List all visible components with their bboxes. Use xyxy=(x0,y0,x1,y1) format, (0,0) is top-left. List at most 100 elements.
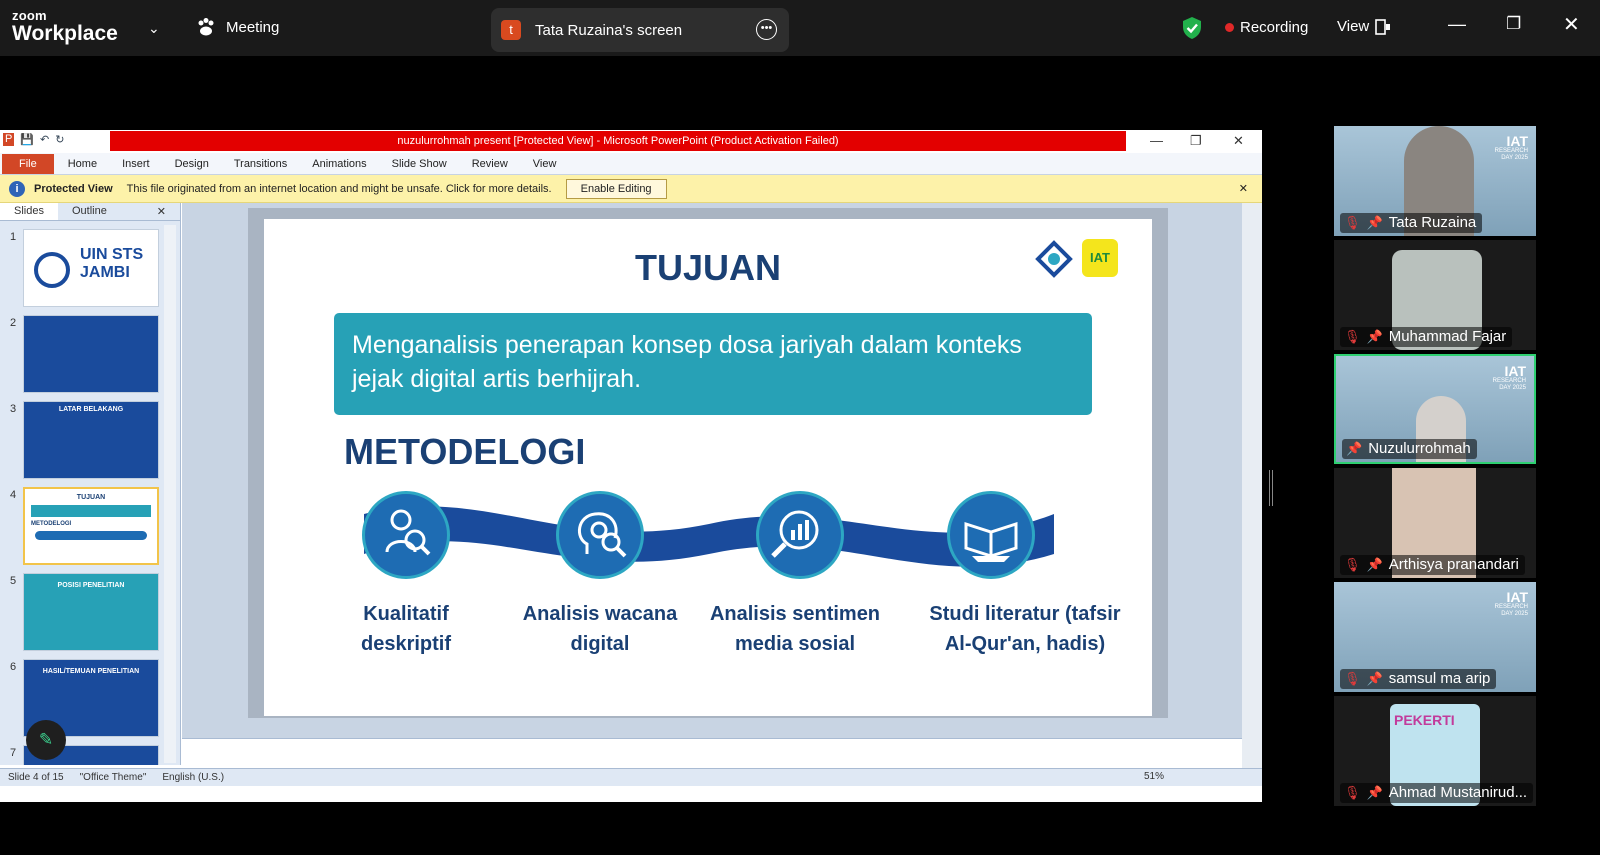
status-bar: Slide 4 of 15 "Office Theme" English (U.… xyxy=(0,768,1262,786)
iat-logo: IAT xyxy=(1082,239,1118,277)
badge-title: IAT xyxy=(1504,363,1526,379)
tab-view[interactable]: View xyxy=(533,158,557,170)
iat-badge: IAT RESEARCH DAY 2025 xyxy=(1495,134,1528,162)
mic-muted-icon: 🎙 xyxy=(1344,556,1361,572)
thumb4-sub: METODELOGI xyxy=(31,521,72,527)
close-icon[interactable]: ✕ xyxy=(1563,12,1580,37)
restore-icon[interactable]: ❐ xyxy=(1506,14,1521,34)
tab-slides[interactable]: Slides xyxy=(0,203,58,220)
panel-resize-handle[interactable] xyxy=(1269,470,1273,506)
ppt-minimize-icon[interactable]: — xyxy=(1150,133,1163,148)
slide-thumb-1[interactable]: 1 UIN STS JAMBI xyxy=(6,229,166,309)
recording-indicator[interactable]: Recording xyxy=(1225,19,1308,36)
undo-icon[interactable]: ↶ xyxy=(40,133,49,146)
badge-line1: RESEARCH xyxy=(1494,604,1528,610)
uin-logo-icon xyxy=(34,252,70,288)
more-options-icon[interactable]: ••• xyxy=(756,19,777,40)
protected-bar-close-icon[interactable]: ✕ xyxy=(1239,182,1248,195)
info-icon: i xyxy=(9,180,25,197)
slides-panel: Slides Outline ✕ 1 UIN STS JAMBI 2 3 LAT… xyxy=(0,203,181,765)
iat-logo-text: IAT xyxy=(1090,250,1110,265)
status-theme: "Office Theme" xyxy=(79,772,147,783)
recording-dot-icon xyxy=(1225,23,1234,32)
thumb-preview: LATAR BELAKANG xyxy=(23,401,159,479)
slide-thumb-2[interactable]: 2 xyxy=(6,315,166,395)
tab-outline[interactable]: Outline xyxy=(58,203,121,220)
method-label-1: Kualitatif deskriptif xyxy=(360,603,452,655)
participant-tile[interactable]: 🎙 📌 Arthisya pranandari xyxy=(1334,468,1536,578)
thumb3-title: LATAR BELAKANG xyxy=(58,406,124,413)
protected-view-label: Protected View xyxy=(34,182,113,195)
thumb5-title: POSISI PENELITIAN xyxy=(57,582,125,589)
zoom-brand-bottom: Workplace xyxy=(12,22,118,45)
minimize-icon[interactable]: — xyxy=(1448,14,1466,35)
ppt-restore-icon[interactable]: ❐ xyxy=(1190,133,1202,149)
person-magnifier-icon xyxy=(362,491,450,579)
participant-tile[interactable]: 🎙 📌 Muhammad Fajar xyxy=(1334,240,1536,350)
annotate-pen-icon[interactable]: ✎ xyxy=(26,720,66,760)
mic-muted-icon: 🎙 xyxy=(1344,328,1361,344)
participant-tile[interactable]: IAT RESEARCH DAY 2025 🎙 📌 Tata Ruzaina xyxy=(1334,126,1536,236)
badge-title: IAT xyxy=(1506,133,1528,149)
objective-box: Menganalisis penerapan konsep dosa jariy… xyxy=(334,313,1092,415)
paw-icon xyxy=(198,18,214,36)
tab-home[interactable]: Home xyxy=(68,158,97,170)
share-label: Tata Ruzaina's screen xyxy=(535,21,683,39)
thumb6-title: HASIL/TEMUAN PENELITIAN xyxy=(42,668,140,675)
slide-number: 7 xyxy=(10,747,17,759)
pin-icon: 📌 xyxy=(1366,556,1383,572)
protected-view-message[interactable]: This file originated from an internet lo… xyxy=(127,183,552,195)
slide-thumb-5[interactable]: 5 POSISI PENELITIAN xyxy=(6,573,166,653)
save-icon[interactable]: 💾 xyxy=(20,133,34,146)
meeting-button[interactable]: Meeting xyxy=(196,17,279,37)
recording-label: Recording xyxy=(1240,19,1309,36)
tab-transitions[interactable]: Transitions xyxy=(234,158,287,170)
participant-tile-active[interactable]: IAT RESEARCH DAY 2025 📌 Nuzulurrohmah xyxy=(1334,354,1536,464)
tab-insert[interactable]: Insert xyxy=(122,158,150,170)
chevron-down-icon[interactable]: ⌄ xyxy=(148,20,160,37)
iat-badge: IAT RESEARCH DAY 2025 xyxy=(1495,590,1528,618)
screen-share-indicator[interactable]: t Tata Ruzaina's screen ••• xyxy=(491,8,789,52)
slide-thumb-4[interactable]: 4 TUJUAN METODELOGI xyxy=(6,487,166,567)
view-button[interactable]: View xyxy=(1337,18,1391,35)
thumb-preview: POSISI PENELITIAN xyxy=(23,573,159,651)
thumb-preview: TUJUAN METODELOGI xyxy=(23,487,159,565)
tab-review[interactable]: Review xyxy=(472,158,508,170)
slide-thumb-3[interactable]: 3 LATAR BELAKANG xyxy=(6,401,166,481)
sharer-avatar: t xyxy=(501,20,521,40)
shared-screen: P 💾 ↶ ↻ nuzulurrohmah present [Protected… xyxy=(0,130,1262,802)
shield-check-icon[interactable] xyxy=(1181,16,1203,40)
ppt-close-icon[interactable]: ✕ xyxy=(1233,133,1244,149)
participant-tile[interactable]: IAT RESEARCH DAY 2025 🎙 📌 samsul ma arip xyxy=(1334,582,1536,692)
tab-file[interactable]: File xyxy=(2,153,54,174)
badge-line1: RESEARCH xyxy=(1494,148,1528,154)
pin-icon: 📌 xyxy=(1346,440,1363,456)
redo-icon[interactable]: ↻ xyxy=(55,133,64,146)
notes-pane[interactable] xyxy=(182,738,1242,768)
panel-scrollbar[interactable] xyxy=(164,225,176,763)
method-label-3: Analisis sentimen media sosial xyxy=(709,603,881,655)
badge-line1: RESEARCH xyxy=(1492,378,1526,384)
participant-tile[interactable]: PEKERTI 🎙 📌 Ahmad Mustanirud... xyxy=(1334,696,1536,806)
tab-design[interactable]: Design xyxy=(175,158,209,170)
editor-scrollbar[interactable] xyxy=(1242,203,1262,773)
slide-number: 2 xyxy=(10,317,17,329)
thumb-preview: UIN STS JAMBI xyxy=(23,229,159,307)
thumb4-title: TUJUAN xyxy=(76,494,106,501)
tab-animations[interactable]: Animations xyxy=(312,158,366,170)
zoom-logo: zoom Workplace xyxy=(12,9,118,44)
mic-muted-icon: 🎙 xyxy=(1344,784,1361,800)
badge-line2: DAY 2025 xyxy=(1501,155,1528,161)
participant-name-tag: 🎙 📌 samsul ma arip xyxy=(1340,669,1497,689)
zoom-top-bar: zoom Workplace ⌄ Meeting t Tata Ruzaina'… xyxy=(0,0,1600,56)
participant-name: samsul ma arip xyxy=(1388,670,1491,687)
zoom-level[interactable]: 51% xyxy=(1144,771,1164,782)
open-book-icon xyxy=(947,491,1035,579)
slide-title: TUJUAN xyxy=(634,247,781,288)
panel-close-icon[interactable]: ✕ xyxy=(143,203,180,220)
thumb-preview xyxy=(23,315,159,393)
enable-editing-button[interactable]: Enable Editing xyxy=(565,178,667,199)
tab-slide-show[interactable]: Slide Show xyxy=(392,158,447,170)
view-label: View xyxy=(1337,18,1370,35)
participant-name-tag: 🎙 📌 Tata Ruzaina xyxy=(1340,213,1483,233)
